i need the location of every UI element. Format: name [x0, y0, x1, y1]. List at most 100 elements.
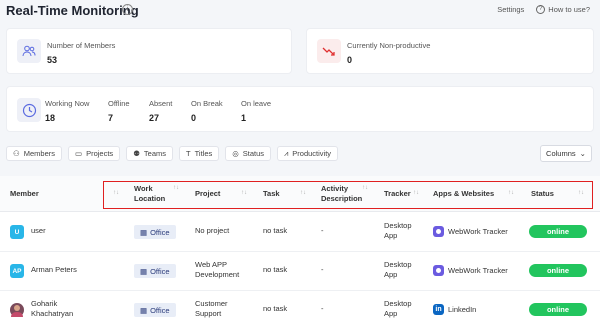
- project-line1: Customer: [195, 299, 228, 308]
- filter-tabs: ⚇ Members ▭ Projects ⚉ Teams T Titles ◎ …: [6, 146, 339, 161]
- building-icon: ▦: [140, 266, 148, 276]
- stat-label-working-now: Working Now: [45, 99, 90, 108]
- help-icon: ?: [536, 5, 546, 14]
- top-bar: Real-Time Monitoring i Settings ? How to…: [0, 0, 600, 22]
- webwork-icon: [433, 226, 444, 237]
- member-name-line1: Goharik: [31, 299, 58, 308]
- table-row[interactable]: AP Arman Peters ▦ Office Web APP Develop…: [0, 252, 600, 291]
- tab-teams[interactable]: ⚉ Teams: [126, 146, 174, 161]
- project-name: No project: [195, 226, 230, 235]
- tab-titles[interactable]: T Titles: [179, 146, 220, 161]
- location-label: Office: [150, 227, 170, 237]
- project-line1: Web APP: [195, 260, 227, 269]
- activity-description: -: [321, 226, 324, 235]
- members-count-value: 53: [47, 55, 58, 65]
- stat-value-offline: 7: [108, 113, 114, 123]
- users-icon: [17, 39, 41, 63]
- activity-description: -: [321, 304, 324, 313]
- stat-value-on-break: 0: [191, 113, 197, 123]
- columns-button[interactable]: Columns ⌄: [540, 145, 592, 162]
- chart-icon: ⩘: [284, 148, 289, 158]
- app-name: LinkedIn: [448, 304, 477, 314]
- location-badge: ▦ Office: [134, 303, 176, 317]
- non-productive-value: 0: [347, 55, 353, 65]
- members-count-card: Number of Members 53: [6, 28, 292, 74]
- tracker-type: Desktop App: [384, 260, 412, 280]
- page-title: Real-Time Monitoring: [6, 3, 139, 18]
- project-line2: Support: [195, 309, 222, 318]
- task-name: no task: [263, 226, 288, 235]
- task-name: no task: [263, 304, 288, 313]
- building-icon: ▦: [140, 305, 148, 315]
- status-badge: online: [529, 303, 587, 316]
- stat-label-absent: Absent: [149, 99, 173, 108]
- clock-icon: [17, 98, 41, 122]
- columns-label: Columns: [546, 149, 576, 158]
- activity-description: -: [321, 265, 324, 274]
- trend-down-icon: [317, 39, 341, 63]
- how-to-use-label: How to use?: [548, 5, 590, 14]
- member-name-line2: Khachatryan: [31, 309, 74, 318]
- members-count-label: Number of Members: [47, 41, 116, 50]
- non-productive-label: Currently Non-productive: [347, 41, 431, 50]
- building-icon: ▦: [140, 227, 148, 237]
- stat-value-absent: 27: [149, 113, 160, 123]
- tracker-type: Desktop App: [384, 299, 412, 319]
- stat-label-offline: Offline: [108, 99, 130, 108]
- stat-value-on-leave: 1: [241, 113, 247, 123]
- tab-members-label: Members: [23, 149, 55, 158]
- linkedin-icon: in: [433, 304, 444, 315]
- member-name: Arman Peters: [31, 265, 77, 274]
- tab-projects-label: Projects: [86, 149, 114, 158]
- app-website: WebWork Tracker: [433, 265, 508, 276]
- tab-projects[interactable]: ▭ Projects: [68, 146, 121, 161]
- top-links: Settings ? How to use?: [497, 5, 590, 14]
- status-badge: online: [529, 225, 587, 238]
- stat-value-working-now: 18: [45, 113, 56, 123]
- highlight-box: [103, 181, 593, 209]
- table-header: Member ↑↓ Work Location ↑↓ Project ↑↓ Ta…: [0, 176, 600, 212]
- avatar: [10, 303, 24, 317]
- chevron-down-icon: ⌄: [579, 149, 586, 158]
- members-table: Member ↑↓ Work Location ↑↓ Project ↑↓ Ta…: [0, 176, 600, 329]
- tab-productivity[interactable]: ⩘ Productivity: [277, 146, 339, 161]
- app-name: WebWork Tracker: [448, 265, 508, 275]
- tab-productivity-label: Productivity: [292, 149, 332, 158]
- location-label: Office: [150, 305, 170, 315]
- stat-label-on-break: On Break: [191, 99, 223, 108]
- table-row[interactable]: Goharik Khachatryan ▦ Office Customer Su…: [0, 291, 600, 329]
- avatar: U: [10, 225, 24, 239]
- tab-members[interactable]: ⚇ Members: [6, 146, 62, 161]
- status-stats-card: Working Now 18 Offline 7 Absent 27 On Br…: [6, 86, 594, 132]
- tracker-line1: Desktop: [384, 260, 412, 269]
- app-name: WebWork Tracker: [448, 226, 508, 236]
- tracker-line2: App: [384, 309, 398, 318]
- project-line2: Development: [195, 270, 240, 279]
- how-to-use-link[interactable]: ? How to use?: [536, 5, 590, 14]
- project-name: Customer Support: [195, 299, 228, 319]
- status-icon: ◎: [232, 149, 239, 158]
- location-badge: ▦ Office: [134, 225, 176, 239]
- folder-icon: ▭: [75, 149, 83, 158]
- settings-link[interactable]: Settings: [497, 5, 524, 14]
- webwork-icon: [433, 265, 444, 276]
- non-productive-card: Currently Non-productive 0: [306, 28, 594, 74]
- tracker-line2: App: [384, 270, 398, 279]
- avatar: AP: [10, 264, 24, 278]
- info-icon[interactable]: i: [122, 4, 133, 15]
- teams-icon: ⚉: [133, 149, 140, 158]
- text-icon: T: [186, 149, 191, 158]
- task-name: no task: [263, 265, 288, 274]
- location-badge: ▦ Office: [134, 264, 176, 278]
- members-icon: ⚇: [13, 149, 20, 158]
- tab-status[interactable]: ◎ Status: [225, 146, 272, 161]
- project-name: Web APP Development: [195, 260, 239, 280]
- header-member[interactable]: Member: [10, 176, 39, 212]
- table-row[interactable]: U user ▦ Office No project no task - Des…: [0, 213, 600, 252]
- tracker-line2: App: [384, 231, 398, 240]
- member-name: user: [31, 226, 46, 235]
- status-badge: online: [529, 264, 587, 277]
- location-label: Office: [150, 266, 170, 276]
- tab-titles-label: Titles: [194, 149, 213, 158]
- tracker-line1: Desktop: [384, 299, 412, 308]
